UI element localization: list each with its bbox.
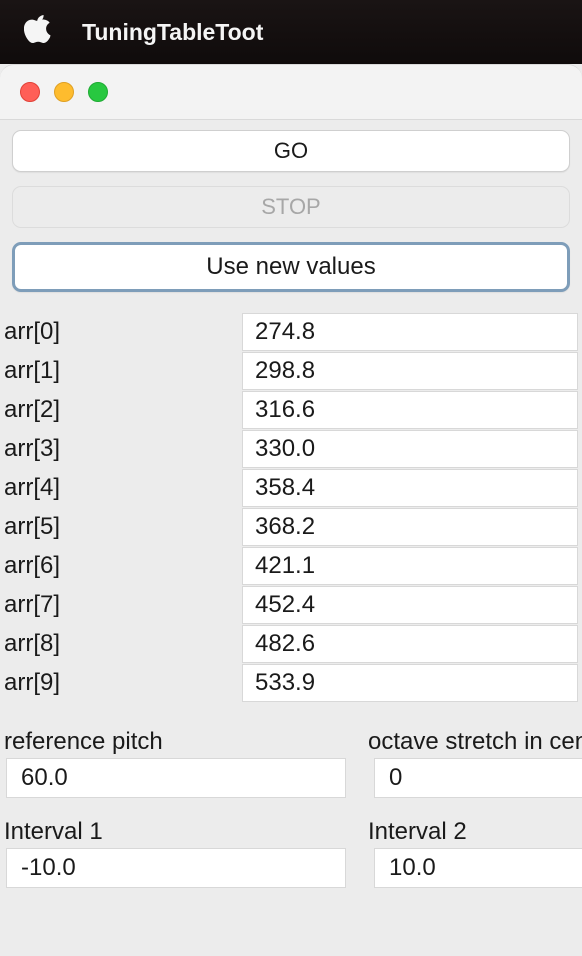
window-zoom-button[interactable]: [88, 82, 108, 102]
octave-stretch-group: octave stretch in cents: [364, 728, 582, 798]
system-menubar: TuningTableToot: [0, 0, 582, 64]
arr-label: arr[0]: [0, 318, 242, 346]
arr-label: arr[1]: [0, 357, 242, 385]
interval1-label: Interval 1: [0, 818, 348, 846]
interval1-group: Interval 1: [0, 818, 348, 888]
interval1-input[interactable]: [6, 848, 346, 888]
interval2-group: Interval 2: [364, 818, 582, 888]
params-row-2: Interval 1 Interval 2: [0, 818, 582, 888]
arr-input-4[interactable]: [242, 469, 578, 507]
arr-label: arr[3]: [0, 435, 242, 463]
arr-input-3[interactable]: [242, 430, 578, 468]
reference-pitch-input[interactable]: [6, 758, 346, 798]
arr-input-5[interactable]: [242, 508, 578, 546]
arr-input-7[interactable]: [242, 586, 578, 624]
interval2-input[interactable]: [374, 848, 582, 888]
app-window: GO STOP Use new values arr[0] arr[1] arr…: [0, 64, 582, 888]
window-content: GO STOP Use new values arr[0] arr[1] arr…: [0, 120, 582, 888]
arr-label: arr[6]: [0, 552, 242, 580]
reference-pitch-label: reference pitch: [0, 728, 348, 756]
arr-row: arr[7]: [0, 585, 582, 624]
window-minimize-button[interactable]: [54, 82, 74, 102]
arr-row: arr[8]: [0, 624, 582, 663]
arr-input-6[interactable]: [242, 547, 578, 585]
arr-row: arr[9]: [0, 663, 582, 702]
app-title[interactable]: TuningTableToot: [82, 19, 263, 46]
stop-button: STOP: [12, 186, 570, 228]
octave-stretch-input[interactable]: [374, 758, 582, 798]
interval2-label: Interval 2: [364, 818, 582, 846]
arr-label: arr[4]: [0, 474, 242, 502]
arr-row: arr[1]: [0, 351, 582, 390]
arr-row: arr[0]: [0, 312, 582, 351]
apple-menu-icon[interactable]: [24, 13, 54, 52]
use-new-values-button[interactable]: Use new values: [12, 242, 570, 292]
arr-input-0[interactable]: [242, 313, 578, 351]
reference-pitch-group: reference pitch: [0, 728, 348, 798]
arr-row: arr[6]: [0, 546, 582, 585]
arr-label: arr[8]: [0, 630, 242, 658]
window-titlebar: [0, 64, 582, 120]
arr-row: arr[2]: [0, 390, 582, 429]
arr-input-1[interactable]: [242, 352, 578, 390]
arr-label: arr[5]: [0, 513, 242, 541]
octave-stretch-label: octave stretch in cents: [364, 728, 582, 756]
arr-input-8[interactable]: [242, 625, 578, 663]
arr-label: arr[7]: [0, 591, 242, 619]
array-values-section: arr[0] arr[1] arr[2] arr[3] arr[4] arr[5…: [0, 312, 582, 702]
arr-input-9[interactable]: [242, 664, 578, 702]
arr-row: arr[3]: [0, 429, 582, 468]
arr-label: arr[2]: [0, 396, 242, 424]
params-row-1: reference pitch octave stretch in cents: [0, 728, 582, 798]
arr-input-2[interactable]: [242, 391, 578, 429]
go-button[interactable]: GO: [12, 130, 570, 172]
arr-label: arr[9]: [0, 669, 242, 697]
arr-row: arr[4]: [0, 468, 582, 507]
window-close-button[interactable]: [20, 82, 40, 102]
arr-row: arr[5]: [0, 507, 582, 546]
